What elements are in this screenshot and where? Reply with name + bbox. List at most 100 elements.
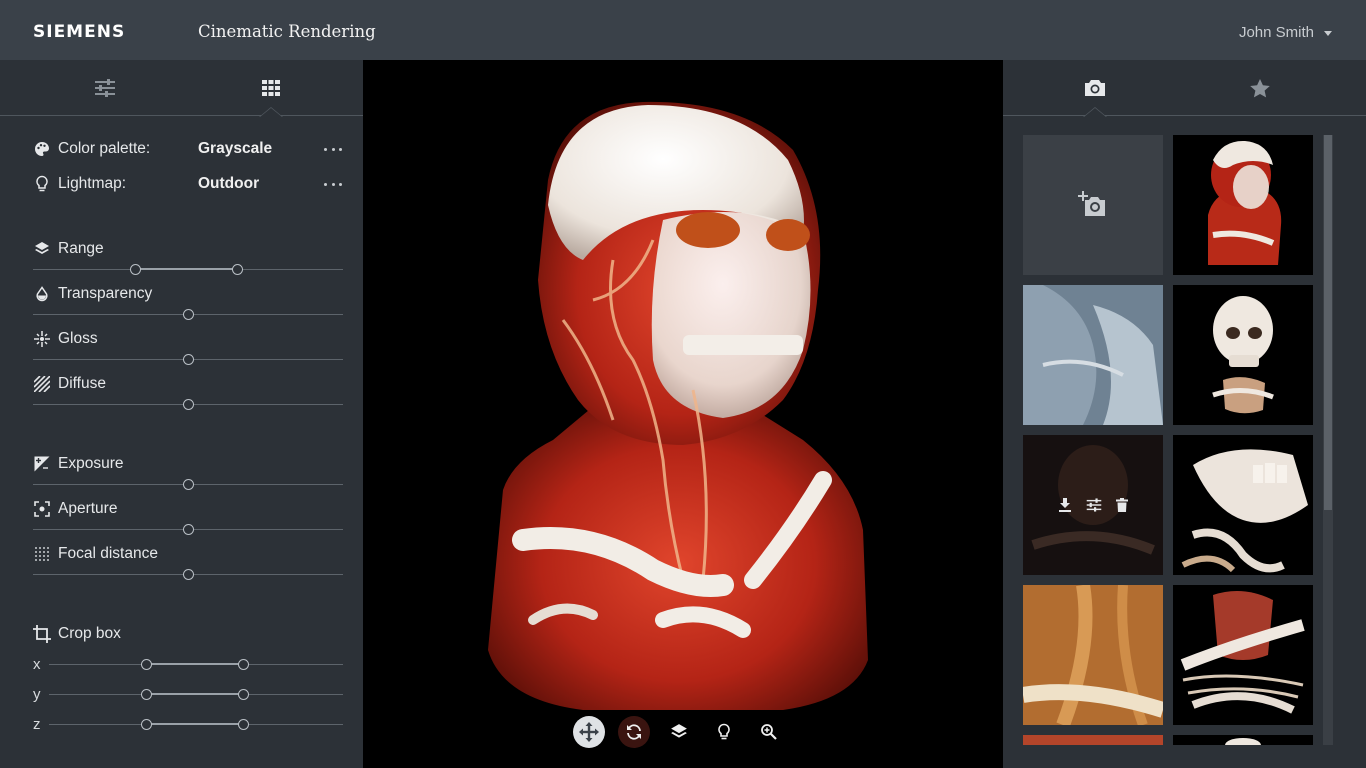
crop-x-low-handle[interactable] [140,659,152,670]
exposure-row: Exposure [33,453,123,475]
lightmap-value[interactable]: Outdoor [198,175,259,193]
crop-y-slider[interactable] [49,689,343,701]
user-name: John Smith [1238,24,1314,41]
exposure-slider[interactable] [33,479,343,491]
crop-x-label: x [33,656,41,673]
sliders-icon [95,79,115,97]
transparency-label: Transparency [58,285,153,302]
crop-z-label: z [33,716,41,733]
lightmap-row[interactable]: Lightmap: [33,173,126,195]
gloss-slider[interactable] [33,354,343,366]
crop-z-low-handle[interactable] [140,719,152,730]
crop-y-label: y [33,686,41,703]
anatomy-render [488,101,868,710]
crop-box-label: Crop box [58,625,121,642]
lighting-tool-button[interactable] [708,716,740,748]
drop-icon [33,285,51,303]
sliders-icon[interactable] [1086,498,1102,512]
dot-grid-icon [33,545,51,563]
crop-icon [33,625,51,643]
tab-presets[interactable] [211,60,331,117]
render-viewport[interactable] [363,60,1003,768]
range-low-handle[interactable] [129,264,141,275]
aperture-label: Aperture [58,500,118,517]
camera-icon [1085,80,1105,96]
download-icon[interactable] [1058,498,1072,512]
crop-x-slider[interactable] [49,659,343,671]
snapshot-thumbnail-hovered[interactable] [1023,435,1163,575]
focal-distance-row: Focal distance [33,543,158,565]
rotate-icon [627,724,641,740]
snapshot-thumbnail[interactable] [1173,135,1313,275]
lightmap-label: Lightmap: [58,175,127,192]
aperture-handle[interactable] [182,524,194,535]
focal-distance-label: Focal distance [58,545,158,562]
grid-icon [262,80,280,96]
gloss-row: Gloss [33,328,98,350]
rotate-tool-button[interactable] [618,716,650,748]
settings-panel: Color palette: Grayscale Lightmap: Outdo… [0,60,363,768]
snapshot-thumbnail[interactable] [1023,735,1163,745]
snapshot-thumbnail[interactable] [1023,285,1163,425]
crop-y-low-handle[interactable] [140,689,152,700]
trash-icon[interactable] [1116,498,1128,512]
crop-z-slider[interactable] [49,719,343,731]
focal-distance-slider[interactable] [33,569,343,581]
range-fill [135,268,238,270]
color-palette-value[interactable]: Grayscale [198,140,272,158]
lightbulb-icon [33,175,51,193]
range-high-handle[interactable] [232,264,244,275]
gloss-handle[interactable] [182,354,194,365]
aperture-row: Aperture [33,498,117,520]
snapshot-thumbnail[interactable] [1173,435,1313,575]
color-palette-label: Color palette: [58,140,151,157]
move-tool-button[interactable] [573,716,605,748]
diffuse-slider[interactable] [33,399,343,411]
layers-icon [671,724,687,738]
crop-y-high-handle[interactable] [237,689,249,700]
hatch-icon [33,375,51,393]
diffuse-label: Diffuse [58,375,106,392]
crop-x-high-handle[interactable] [237,659,249,670]
zoom-tool-button[interactable] [753,716,785,748]
range-row: Range [33,238,104,260]
scrollbar-thumb[interactable] [1324,135,1332,510]
exposure-handle[interactable] [182,479,194,490]
color-palette-more-icon[interactable] [324,146,342,152]
tab-favorites[interactable] [1185,60,1335,116]
snapshot-thumbnail[interactable] [1173,735,1313,745]
transparency-row: Transparency [33,283,152,305]
color-palette-row[interactable]: Color palette: [33,138,150,160]
snapshot-thumbnail[interactable] [1023,585,1163,725]
transparency-slider[interactable] [33,309,343,321]
exposure-icon [33,455,51,473]
focal-distance-handle[interactable] [182,569,194,580]
user-menu[interactable]: John Smith [1239,24,1332,41]
snapshot-thumbnail[interactable] [1173,285,1313,425]
transparency-handle[interactable] [182,309,194,320]
exposure-label: Exposure [58,455,124,472]
tab-adjustments[interactable] [45,60,165,116]
brand-logo: SIEMENS [33,22,126,42]
add-camera-icon [1078,191,1105,216]
crop-box-row: Crop box [33,623,121,645]
crop-z-high-handle[interactable] [237,719,249,730]
tab-indicator [1083,107,1107,117]
tab-snapshots[interactable] [1020,60,1170,117]
aperture-slider[interactable] [33,524,343,536]
tab-indicator [259,107,283,117]
app-header: SIEMENS Cinematic Rendering John Smith [0,0,1366,60]
add-snapshot-button[interactable] [1023,135,1163,275]
lightbulb-icon [718,723,730,740]
gloss-label: Gloss [58,330,98,347]
range-slider[interactable] [33,264,343,276]
layers-tool-button[interactable] [663,716,695,748]
diffuse-handle[interactable] [182,399,194,410]
lightmap-more-icon[interactable] [324,181,342,187]
star-icon [1250,78,1270,97]
snapshot-thumbnail[interactable] [1173,585,1313,725]
sparkle-icon [33,330,51,348]
settings-tabs [0,60,363,117]
snapshots-scrollbar[interactable] [1323,135,1333,745]
viewport-toolbar [573,716,785,748]
